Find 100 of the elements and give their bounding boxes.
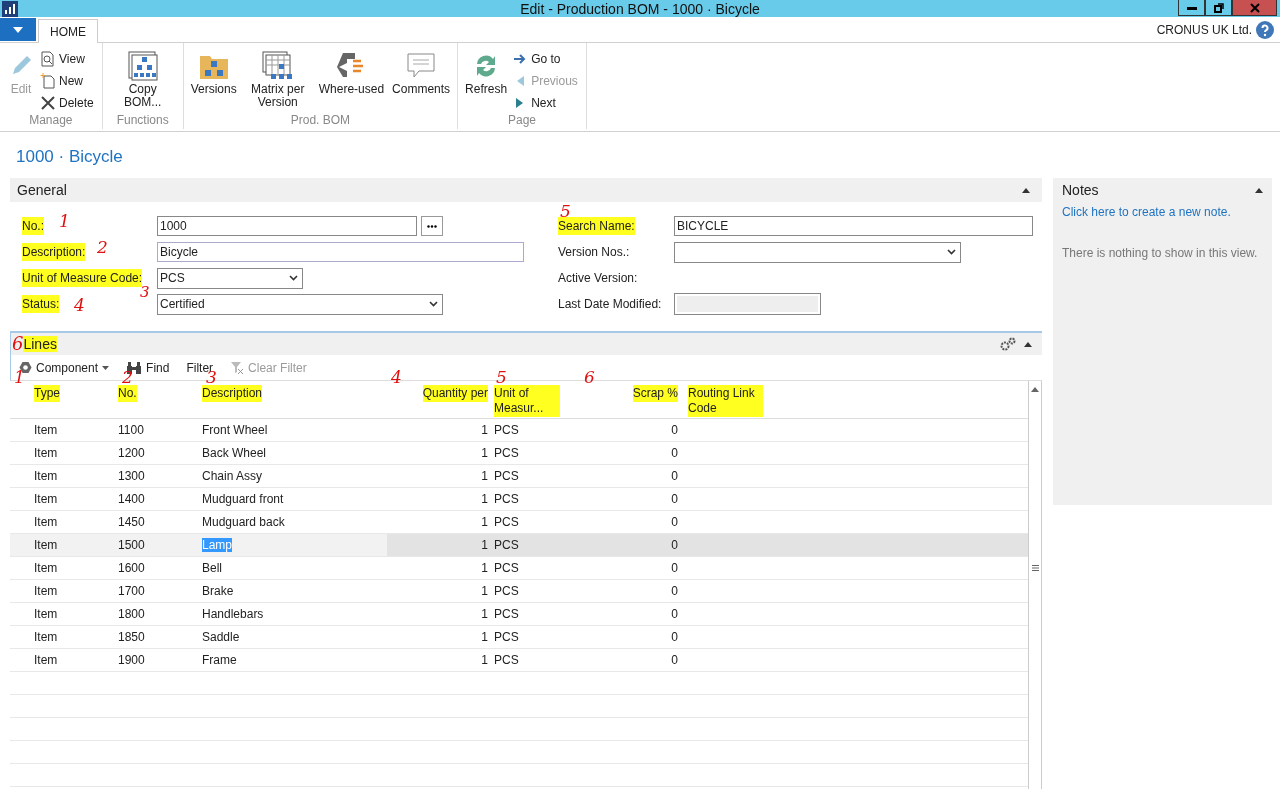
section-header[interactable]: 6Lines: [10, 333, 1042, 355]
create-note-link[interactable]: Click here to create a new note.: [1062, 205, 1263, 219]
ribbon-button[interactable]: Versions: [187, 47, 240, 113]
table-cell: Item: [34, 607, 58, 621]
table-cell: PCS: [494, 492, 519, 506]
ribbon-button[interactable]: View: [40, 50, 98, 67]
table-row[interactable]: Item 1400 Mudguard front 1 PCS 0: [10, 488, 1028, 511]
grip-icon[interactable]: [1031, 565, 1039, 571]
scrollbar[interactable]: [1028, 381, 1042, 789]
column-header[interactable]: Type: [34, 385, 60, 402]
column-header[interactable]: Quantity per: [422, 385, 488, 402]
table-cell: 0: [671, 538, 678, 552]
dropdown-field[interactable]: PCS: [157, 267, 303, 289]
table-row[interactable]: Item 1900 Frame 1 PCS 0: [10, 649, 1028, 672]
table-cell: Handlebars: [202, 607, 264, 621]
close-icon: [1249, 2, 1260, 13]
ribbon-group-label: Functions: [116, 113, 169, 127]
ribbon-button[interactable]: Refresh: [462, 47, 511, 113]
table-cell: Brake: [202, 584, 234, 598]
handwritten-number: 3: [140, 285, 150, 300]
collapse-icon[interactable]: [1022, 187, 1030, 193]
ribbon-group-label: Prod. BOM: [290, 113, 351, 127]
table-cell: Mudguard front: [202, 492, 284, 506]
handwritten-number: 5: [496, 369, 507, 386]
table-cell: PCS: [494, 446, 519, 460]
ribbon-group-label: Manage: [29, 113, 73, 127]
handwritten-number: 2: [122, 369, 133, 386]
table-cell: Frame: [202, 653, 237, 667]
table-row[interactable]: Item 1850 Saddle 1 PCS 0: [10, 626, 1028, 649]
table-cell: Item: [34, 492, 58, 506]
speech-bubble-icon: [406, 52, 437, 80]
column-header[interactable]: No.: [118, 385, 137, 402]
column-header[interactable]: Unit of Measur...: [494, 385, 560, 417]
table-cell: 1200: [118, 446, 145, 460]
ribbon-tab[interactable]: HOME: [38, 19, 98, 43]
field-label: Active Version:: [558, 270, 638, 287]
dropdown-field[interactable]: [674, 241, 961, 263]
ribbon-button[interactable]: Matrix per Version: [241, 47, 314, 113]
table-cell: 1: [481, 538, 488, 552]
table-cell: Item: [34, 561, 58, 575]
ribbon-button[interactable]: Go to: [512, 50, 582, 67]
ribbon-button[interactable]: Where-used: [315, 47, 388, 113]
clear-filter-icon: [230, 360, 245, 375]
app-menu-button[interactable]: [0, 18, 36, 41]
input-field[interactable]: Bicycle: [157, 242, 524, 262]
table-cell: 0: [671, 469, 678, 483]
table-cell: 1: [481, 584, 488, 598]
table-cell: 1: [481, 469, 488, 483]
close-button[interactable]: [1232, 0, 1277, 16]
table-cell: Bell: [202, 561, 222, 575]
table-row[interactable]: Item 1700 Brake 1 PCS 0: [10, 580, 1028, 603]
help-icon[interactable]: [1256, 20, 1274, 39]
minimize-button[interactable]: [1178, 0, 1205, 16]
ribbon-button[interactable]: Comments: [389, 47, 454, 113]
gears-icon[interactable]: [1000, 337, 1016, 351]
ribbon-button[interactable]: Delete: [40, 94, 98, 111]
table-row[interactable]: Item 1600 Bell 1 PCS 0: [10, 557, 1028, 580]
up-arrow-icon[interactable]: [1031, 387, 1039, 392]
field-label: No.:: [22, 217, 44, 235]
field-label: Version Nos.:: [558, 244, 630, 261]
table-cell: 0: [671, 515, 678, 529]
dropdown-field[interactable]: Certified: [157, 293, 443, 315]
ribbon-button[interactable]: Copy BOM...: [106, 47, 179, 113]
table-cell: 1: [481, 515, 488, 529]
ribbon-button[interactable]: Next: [512, 94, 582, 111]
collapse-icon[interactable]: [1255, 187, 1263, 193]
table-cell: 1500: [118, 538, 145, 552]
table-row[interactable]: Item 1200 Back Wheel 1 PCS 0: [10, 442, 1028, 465]
page-title: 1000 · Bicycle: [15, 146, 124, 168]
input-field[interactable]: 1000: [157, 216, 417, 236]
table-cell: 1: [481, 630, 488, 644]
column-header[interactable]: Routing Link Code: [688, 385, 763, 417]
chevron-down-icon: [947, 249, 956, 255]
panel-title: Notes: [1062, 182, 1099, 198]
section-header[interactable]: General: [10, 178, 1042, 202]
table-cell: 1700: [118, 584, 145, 598]
handwritten-number: 4: [74, 297, 85, 314]
table-cell: Front Wheel: [202, 423, 268, 437]
column-header[interactable]: Scrap %: [632, 385, 678, 402]
company-name: CRONUS UK Ltd.: [1156, 22, 1252, 37]
table-cell: 0: [671, 492, 678, 506]
table-cell: 1900: [118, 653, 145, 667]
collapse-icon[interactable]: [1024, 341, 1032, 347]
ribbon-button[interactable]: New: [40, 72, 98, 89]
input-field[interactable]: BICYCLE: [674, 216, 1033, 236]
table-cell: PCS: [494, 653, 519, 667]
field-label: Description:: [22, 243, 86, 261]
table-cell: 0: [671, 630, 678, 644]
table-row[interactable]: Item 1800 Handlebars 1 PCS 0: [10, 603, 1028, 626]
lookup-button[interactable]: [421, 216, 443, 236]
handwritten-number: 2: [97, 239, 108, 256]
handwritten-number: 5: [560, 203, 571, 220]
table-row[interactable]: Item 1300 Chain Assy 1 PCS 0: [10, 465, 1028, 488]
table-row[interactable]: Item 1100 Front Wheel 1 PCS 0: [10, 419, 1028, 442]
table-row[interactable]: Item 1500 Lamp 1 PCS 0: [10, 534, 1028, 557]
table-cell: Lamp: [202, 538, 233, 552]
caret-icon: [102, 365, 110, 370]
column-header[interactable]: Description: [202, 385, 263, 402]
cross-icon: [40, 94, 56, 111]
field-label: Status:: [22, 295, 60, 313]
